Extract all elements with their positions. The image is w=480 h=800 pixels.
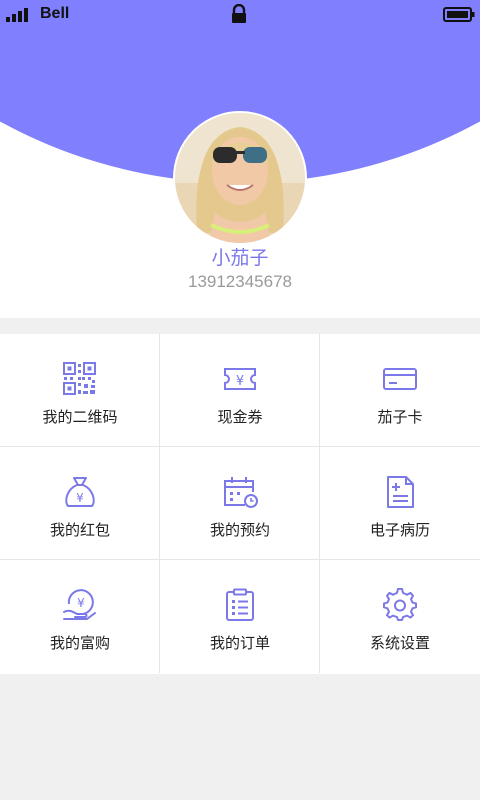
gear-icon: [383, 588, 417, 621]
money-bag-icon: ¥: [65, 477, 95, 507]
avatar[interactable]: [173, 111, 307, 245]
profile-header: Bell 小茄子 13912345678: [0, 0, 480, 318]
user-phone: 13912345678: [187, 272, 292, 291]
menu-item-medical-record[interactable]: 电子病历: [320, 447, 480, 560]
svg-text:¥: ¥: [76, 491, 84, 505]
menu-item-appointment[interactable]: 我的预约: [160, 447, 320, 560]
card-icon: [383, 368, 417, 390]
menu-item-orders[interactable]: 我的订单: [160, 560, 320, 673]
menu-item-label: 系统设置: [369, 634, 430, 652]
menu-item-card[interactable]: 茄子卡: [320, 334, 480, 447]
svg-text:¥: ¥: [236, 374, 244, 389]
menu-item-cash-coupon[interactable]: ¥ 现金券: [160, 334, 320, 447]
calendar-clock-icon: [224, 477, 258, 508]
carrier-name: Bell: [40, 5, 70, 22]
menu-item-qr-code[interactable]: 我的二维码: [0, 334, 160, 447]
signal-bars-icon: [6, 8, 28, 22]
menu-item-label: 我的红包: [49, 521, 110, 539]
menu-item-label: 我的富购: [49, 634, 110, 652]
menu-item-label: 电子病历: [369, 521, 430, 539]
menu-item-fortune-purchase[interactable]: ¥ 我的富购: [0, 560, 160, 673]
menu-item-label: 茄子卡: [377, 408, 423, 426]
qr-code-icon: [63, 362, 96, 395]
battery-icon: [443, 7, 475, 22]
menu-item-red-packet[interactable]: ¥ 我的红包: [0, 447, 160, 560]
medical-record-icon: [387, 476, 414, 508]
status-bar: Bell: [0, 0, 480, 30]
yen-hand-icon: ¥: [63, 589, 96, 620]
menu-grid: 我的二维码 ¥ 现金券 茄子卡 ¥ 我的红包 我的预约 电子病历 ¥ 我的富购 …: [0, 334, 480, 674]
menu-item-label: 现金券: [217, 408, 263, 426]
svg-text:¥: ¥: [77, 596, 85, 610]
user-name: 小茄子: [211, 247, 269, 269]
menu-item-settings[interactable]: 系统设置: [320, 560, 480, 673]
menu-item-label: 我的订单: [209, 634, 270, 652]
menu-item-label: 我的二维码: [42, 408, 118, 426]
clipboard-list-icon: [226, 588, 254, 621]
cash-coupon-icon: ¥: [224, 368, 256, 390]
menu-item-label: 我的预约: [209, 521, 270, 539]
lock-icon: [232, 4, 246, 23]
avatar-photo: [175, 113, 305, 243]
